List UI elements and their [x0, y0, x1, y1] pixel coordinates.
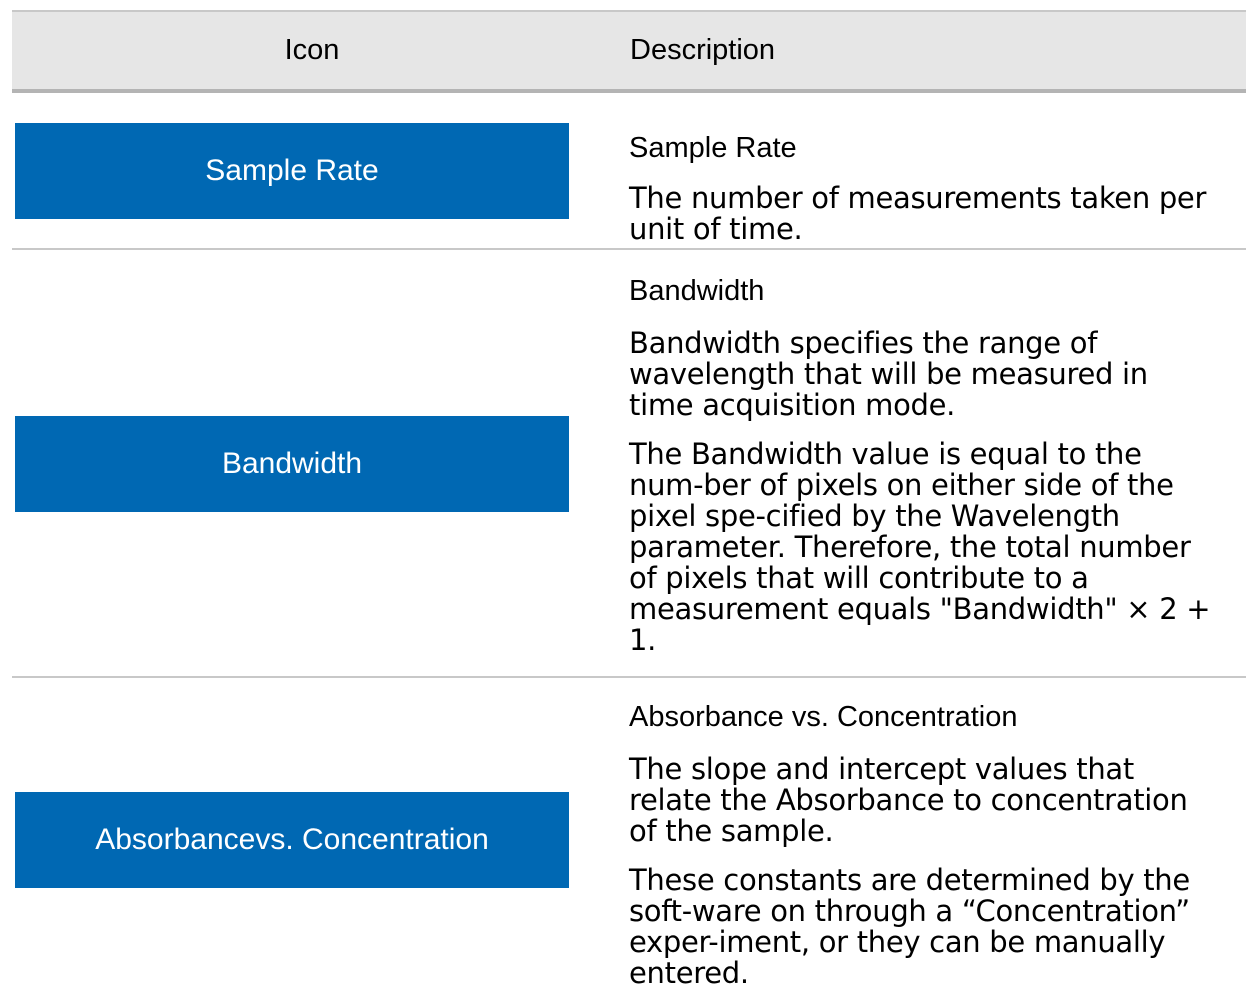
bandwidth-paragraph-2: The Bandwidth value is equal to the num-… — [629, 437, 1211, 657]
bandwidth-description: Bandwidth Bandwidth specifies the range … — [629, 274, 1229, 656]
sample-rate-paragraph-1: The number of measurements taken per uni… — [629, 181, 1207, 246]
absorbance-vs-concentration-description: Absorbance vs. Concentration The slope a… — [629, 700, 1229, 989]
bandwidth-button[interactable]: Bandwidth — [15, 416, 569, 512]
absorbance-vs-concentration-title: Absorbance vs. Concentration — [629, 701, 1018, 733]
sample-rate-button[interactable]: Sample Rate — [15, 123, 569, 219]
table-row-sample-rate: Sample Rate Sample Rate The number of me… — [12, 93, 1246, 248]
table-row-bandwidth: Bandwidth Bandwidth Bandwidth specifies … — [12, 250, 1246, 676]
table-header-row: Icon Description — [12, 12, 1246, 93]
absorbance-vs-concentration-paragraph-1: The slope and intercept values that rela… — [629, 752, 1188, 848]
sample-rate-title: Sample Rate — [629, 132, 797, 164]
absorbance-vs-concentration-button[interactable]: Absorbancevs. Concentration — [15, 792, 569, 888]
bandwidth-paragraph-1: Bandwidth specifies the range of wavelen… — [629, 326, 1148, 422]
sample-rate-description: Sample Rate The number of measurements t… — [629, 131, 1229, 245]
bandwidth-title: Bandwidth — [629, 275, 765, 307]
header-description-column: Description — [630, 34, 776, 66]
header-icon-column: Icon — [284, 34, 340, 66]
table-row-absorbance-vs-concentration: Absorbancevs. Concentration Absorbance v… — [12, 678, 1246, 993]
absorbance-vs-concentration-paragraph-2: These constants are determined by the so… — [629, 863, 1190, 990]
